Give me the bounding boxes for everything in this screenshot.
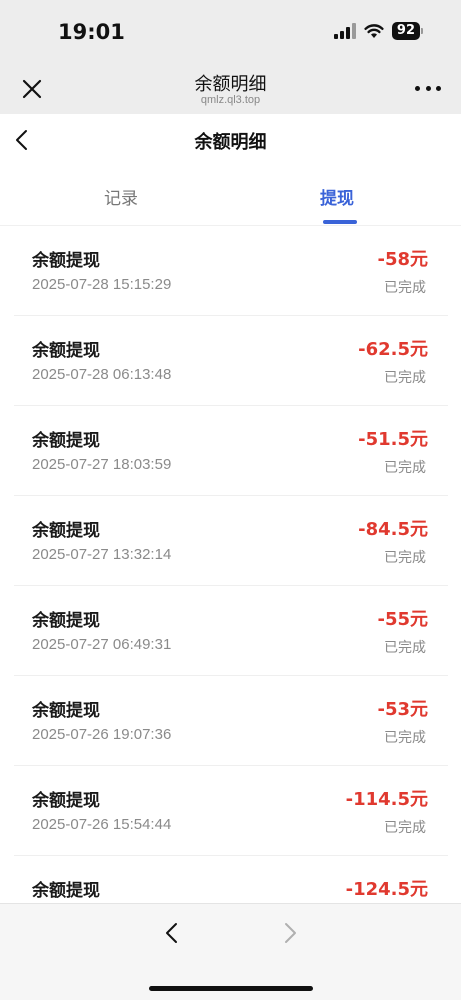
webview-header: 余额明细 qmlz.ql3.top <box>0 60 461 114</box>
status-bar: 19:01 92 <box>0 0 461 60</box>
item-status: 已完成 <box>384 460 426 476</box>
item-title: 余额提现 <box>32 251 100 271</box>
wifi-icon <box>364 23 384 39</box>
item-time: 2025-07-27 06:49:31 <box>32 636 172 653</box>
item-amount: -55元 <box>377 609 428 630</box>
battery-icon: 92 <box>391 22 423 40</box>
item-status: 已完成 <box>384 640 426 656</box>
item-amount: -124.5元 <box>345 879 428 900</box>
item-time: 2025-07-28 15:15:29 <box>32 276 172 293</box>
item-status: 已完成 <box>384 370 426 386</box>
list-item[interactable]: 余额提现 2025-07-27 13:32:14 -84.5元 已完成 <box>14 496 448 586</box>
transaction-list: 余额提现 2025-07-28 15:15:29 -58元 已完成 余额提现 2… <box>14 226 448 946</box>
item-title: 余额提现 <box>32 521 100 541</box>
item-amount: -53元 <box>377 699 428 720</box>
item-title: 余额提现 <box>32 791 100 811</box>
list-item[interactable]: 余额提现 2025-07-26 15:54:44 -114.5元 已完成 <box>14 766 448 856</box>
item-title: 余额提现 <box>32 341 100 361</box>
page-title: 余额明细 <box>194 132 267 153</box>
item-title: 余额提现 <box>32 431 100 451</box>
item-status: 已完成 <box>384 730 426 746</box>
item-time: 2025-07-27 18:03:59 <box>32 456 172 473</box>
item-amount: -58元 <box>377 249 428 270</box>
bottom-toolbar <box>0 903 461 1000</box>
item-amount: -62.5元 <box>358 339 428 360</box>
tab-records[interactable]: 记录 <box>104 184 138 209</box>
item-time: 2025-07-28 06:13:48 <box>32 366 172 383</box>
list-item[interactable]: 余额提现 2025-07-27 06:49:31 -55元 已完成 <box>14 586 448 676</box>
chevron-left-icon[interactable] <box>160 920 184 946</box>
tab-withdraw[interactable]: 提现 <box>320 184 354 209</box>
item-amount: -51.5元 <box>358 429 428 450</box>
item-status: 已完成 <box>384 280 426 296</box>
battery-level: 92 <box>391 22 420 40</box>
webview-title: 余额明细 <box>194 74 267 95</box>
list-item[interactable]: 余额提现 2025-07-28 15:15:29 -58元 已完成 <box>14 226 448 316</box>
page-header: 余额明细 <box>0 114 461 164</box>
tab-bar: 记录 提现 <box>0 170 461 226</box>
status-icons: 92 <box>333 22 423 40</box>
item-status: 已完成 <box>384 820 426 836</box>
list-item[interactable]: 余额提现 2025-07-28 06:13:48 -62.5元 已完成 <box>14 316 448 406</box>
item-time: 2025-07-26 19:07:36 <box>32 726 172 743</box>
item-time: 2025-07-27 13:32:14 <box>32 546 172 563</box>
list-item[interactable]: 余额提现 2025-07-27 18:03:59 -51.5元 已完成 <box>14 406 448 496</box>
item-amount: -114.5元 <box>345 789 428 810</box>
tab-active-indicator <box>323 220 357 224</box>
signal-icon <box>333 23 356 39</box>
item-status: 已完成 <box>384 550 426 566</box>
item-amount: -84.5元 <box>358 519 428 540</box>
webview-url: qmlz.ql3.top <box>200 94 261 106</box>
status-time: 19:01 <box>58 20 125 44</box>
list-item[interactable]: 余额提现 2025-07-26 19:07:36 -53元 已完成 <box>14 676 448 766</box>
item-time: 2025-07-26 15:54:44 <box>32 816 172 833</box>
more-icon[interactable] <box>415 78 441 98</box>
chevron-right-icon[interactable] <box>278 920 302 946</box>
item-title: 余额提现 <box>32 701 100 721</box>
home-indicator <box>149 986 313 991</box>
item-title: 余额提现 <box>32 881 100 901</box>
item-title: 余额提现 <box>32 611 100 631</box>
